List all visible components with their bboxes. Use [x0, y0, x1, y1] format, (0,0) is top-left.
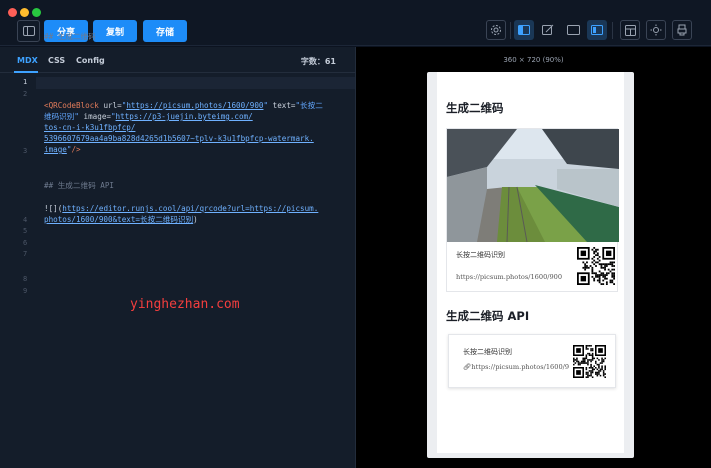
split-view-icon	[518, 25, 530, 35]
card-caption: 长按二维码识别	[456, 251, 505, 259]
code-token: image	[44, 145, 67, 154]
code-line: ## 生成二维码 API	[44, 180, 114, 191]
line-number: 8	[23, 275, 28, 283]
current-line-highlight	[0, 77, 355, 89]
split-view-button[interactable]	[514, 20, 534, 40]
mobile-frame: 生成二维码 长按二维码识别 https://picsum.photos/1600…	[427, 72, 634, 458]
line-number-gutter: 1 2 3 4 5 6 7 8 9	[0, 75, 36, 468]
card-url-text: https://picsum.photos/1600/9	[471, 363, 570, 371]
word-count: 字数：61	[300, 57, 336, 66]
qrcode-api-card: 长按二维码识别 🔗︎https://picsum.photos/1600/9	[448, 334, 616, 388]
code-token: />	[71, 145, 81, 154]
code-token: "	[263, 101, 273, 110]
settings-button[interactable]	[486, 20, 506, 40]
template-icon	[624, 24, 636, 36]
code-token: 维码识别"	[44, 112, 84, 121]
preview-heading-qrcode: 生成二维码	[446, 101, 504, 115]
copy-button[interactable]: 复制	[93, 20, 137, 42]
active-tab-indicator	[14, 71, 38, 73]
code-token: )	[193, 215, 198, 224]
zoom-window-button[interactable]	[32, 8, 41, 17]
line-number: 1	[23, 78, 28, 86]
theme-icon	[650, 24, 662, 36]
code-token: https://p3-juejin.byteimg.com/	[115, 112, 253, 121]
code-line: <QRCodeBlock url= "https://picsum.photos/…	[44, 100, 323, 111]
qrcode-card: 长按二维码识别 https://picsum.photos/1600/900	[446, 128, 619, 292]
code-token: ![](	[44, 204, 63, 213]
settings-icon	[491, 25, 501, 35]
save-button[interactable]: 存储	[143, 20, 187, 42]
line-number: 2	[23, 90, 28, 98]
code-token: ## 生成二维码	[44, 32, 96, 41]
export-button[interactable]	[672, 20, 692, 40]
line-number: 3	[23, 147, 28, 155]
code-token: <QRCodeBlock	[44, 101, 104, 110]
card-caption: 长按二维码识别	[463, 348, 512, 356]
close-window-button[interactable]	[8, 8, 17, 17]
code-line: 5396607679aa4a9ba828d4265d1b5607~tplv-k3…	[44, 133, 314, 144]
watermark-text: yinghezhan.com	[130, 297, 240, 312]
theme-button[interactable]	[646, 20, 666, 40]
line-number: 6	[23, 239, 28, 247]
preview-size-label: 360 × 720 (90%)	[503, 56, 564, 64]
code-token: image=	[83, 112, 111, 121]
code-line: ![](https://editor.runjs.cool/api/qrcode…	[44, 203, 318, 214]
code-line: tos-cn-i-k3u1fbpfcp/	[44, 122, 135, 133]
mobile-preview-button[interactable]	[587, 20, 607, 40]
code-line: image"/>	[44, 144, 81, 155]
preview-pane: 360 × 720 (90%) 生成二维码 长按二维码识别 https://pi…	[356, 47, 711, 468]
sidebar-toggle-button[interactable]	[17, 20, 40, 42]
editor-tabs: MDX CSS Config 字数：61	[0, 47, 356, 73]
line-number: 7	[23, 250, 28, 258]
code-line: photos/1600/900&text=长按二维码识别)	[44, 214, 198, 225]
preview-heading-qrcode-api: 生成二维码 API	[446, 309, 530, 323]
line-number: 5	[23, 227, 28, 235]
station-photo	[447, 129, 619, 242]
code-token: photos/1600/900&text=长按二维码识别	[44, 215, 194, 224]
tab-config[interactable]: Config	[76, 56, 105, 65]
code-token: https://editor.runjs.cool/api/qrcode?url…	[62, 204, 319, 213]
qr-code-image	[573, 345, 606, 378]
code-token: "长按二	[295, 101, 323, 110]
code-token: 5396607679aa4a9ba828d4265d1b5607~tplv-k3…	[44, 134, 314, 143]
card-url-link: 🔗︎https://picsum.photos/1600/9	[463, 363, 569, 371]
edit-mode-button[interactable]	[538, 20, 558, 40]
mobile-preview-icon	[591, 25, 603, 35]
code-token: ## 生成二维码 API	[44, 181, 114, 190]
sidebar-icon	[22, 26, 35, 36]
edit-icon	[542, 24, 554, 35]
code-token: https://picsum.photos/1600/900	[126, 101, 264, 110]
code-line: ## 生成二维码	[44, 31, 96, 42]
minimize-window-button[interactable]	[20, 8, 29, 17]
export-icon	[677, 24, 687, 36]
tab-mdx[interactable]: MDX	[17, 56, 38, 65]
qr-code-image	[577, 247, 615, 285]
code-token: text=	[272, 101, 296, 110]
template-button[interactable]	[620, 20, 640, 40]
editor-pane: MDX CSS Config 字数：61 1 2 3 4 5 6 7 8 9 ## 生成二维码 <…	[0, 32, 356, 468]
preview-icon	[566, 25, 580, 35]
code-token: tos-cn-i-k3u1fbpfcp/	[44, 123, 136, 132]
title-toolbar: 分享 复制 存储	[0, 0, 711, 46]
code-line: 维码识别" image="https://p3-juejin.byteimg.c…	[44, 111, 253, 122]
card-url: https://picsum.photos/1600/900	[456, 273, 563, 281]
tab-css[interactable]: CSS	[48, 56, 65, 65]
preview-mode-button[interactable]	[563, 20, 583, 40]
preview-page: 生成二维码 长按二维码识别 https://picsum.photos/1600…	[437, 72, 624, 453]
line-number: 9	[23, 287, 28, 295]
line-number: 4	[23, 216, 28, 224]
code-token: url=	[103, 101, 122, 110]
card-photo	[447, 129, 619, 242]
